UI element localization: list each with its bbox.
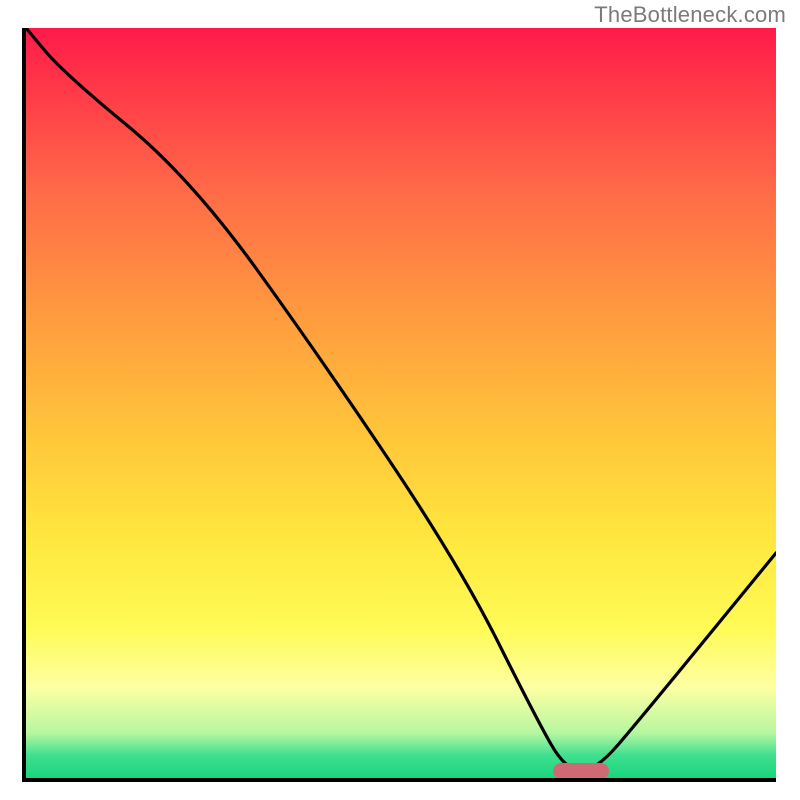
bottleneck-curve-path [26, 28, 776, 771]
watermark-text: TheBottleneck.com [594, 2, 786, 28]
chart-plot-area [22, 28, 776, 782]
chart-line-layer [26, 28, 776, 778]
optimal-marker [553, 763, 609, 779]
